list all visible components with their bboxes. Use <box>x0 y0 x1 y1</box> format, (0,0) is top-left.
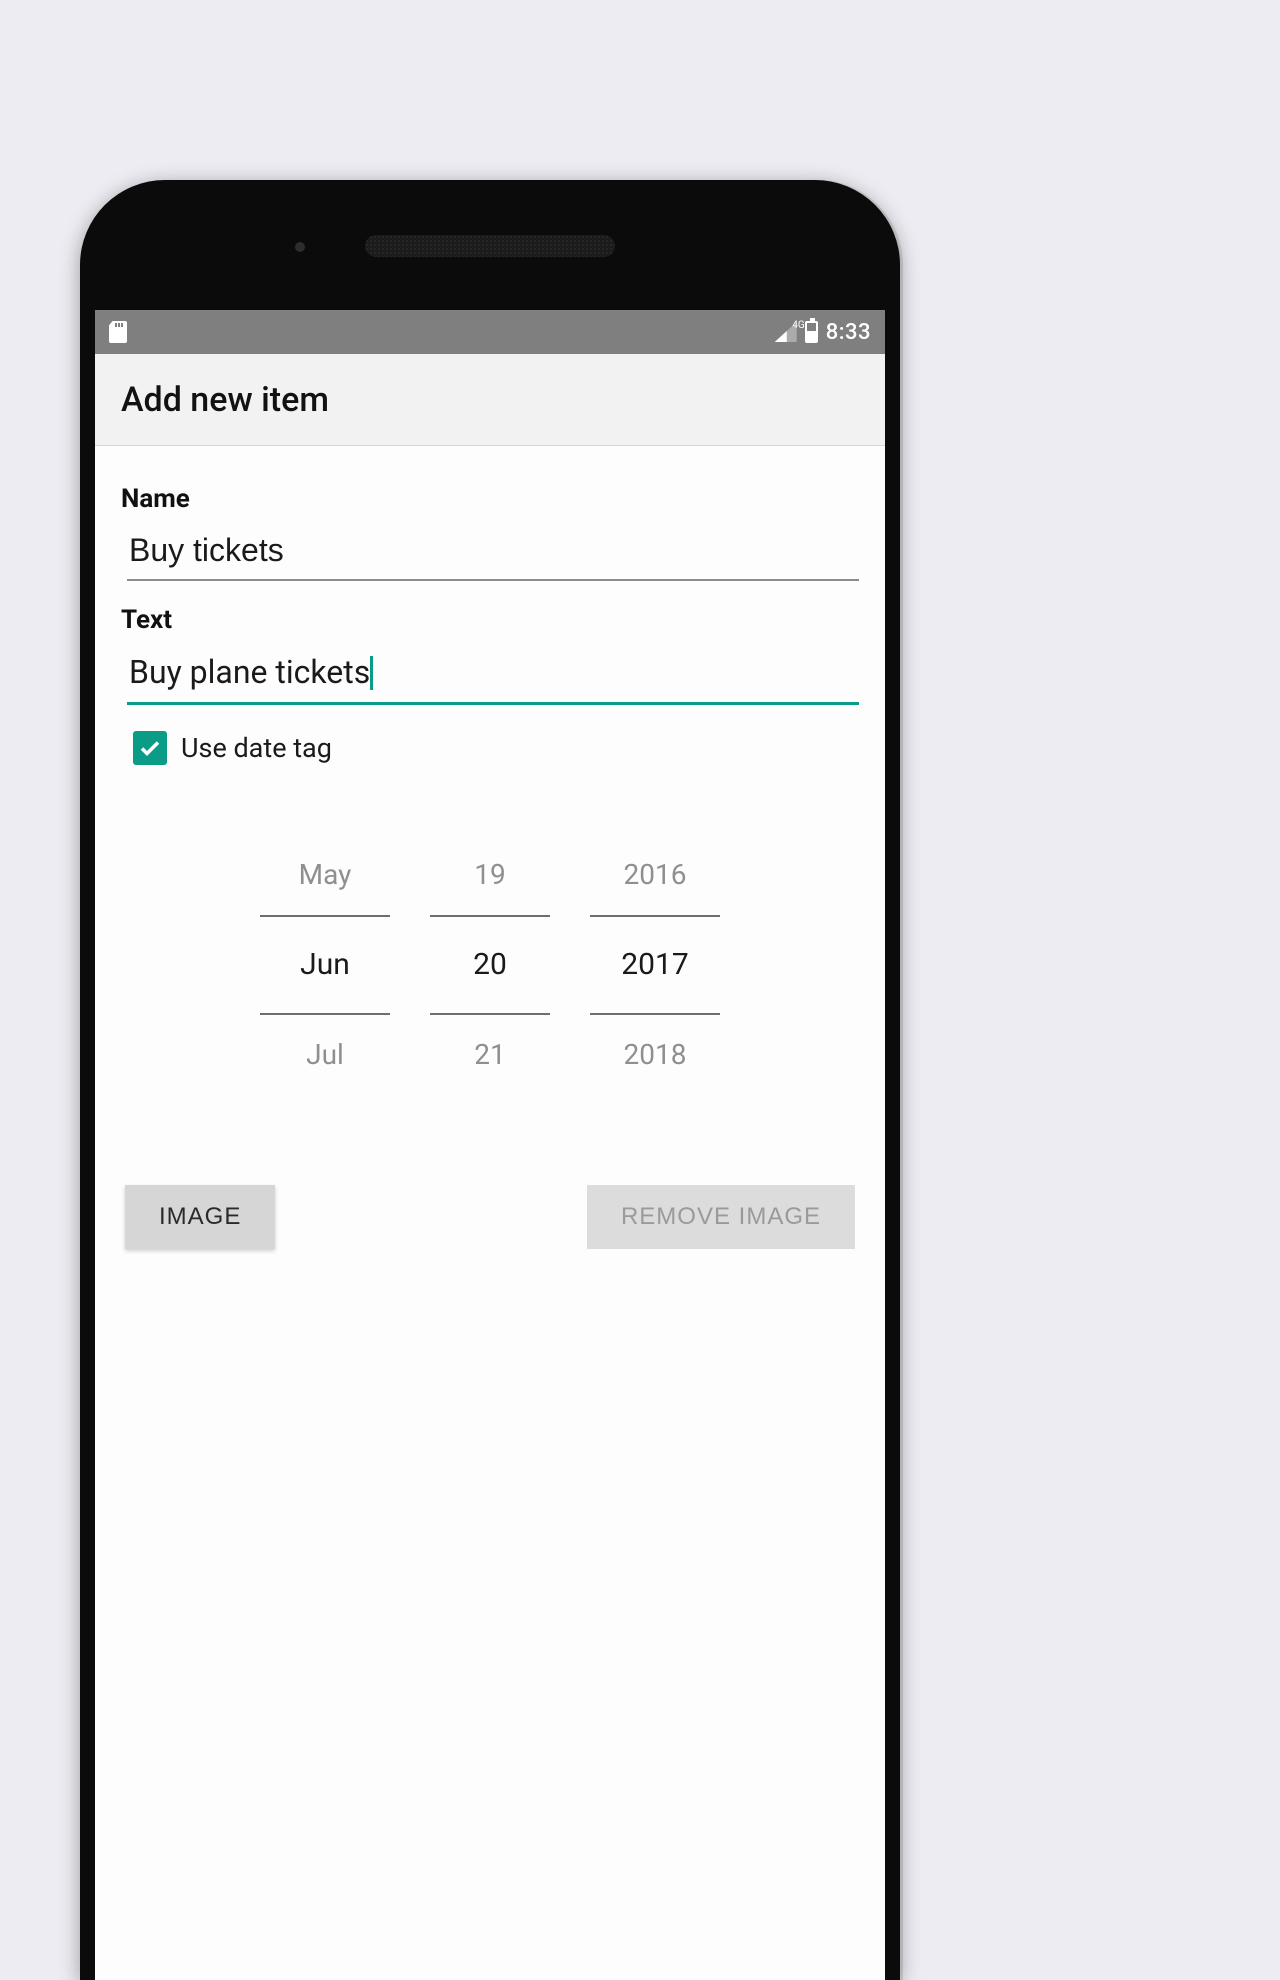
text-input-value: Buy plane tickets <box>129 653 370 691</box>
text-cursor <box>370 656 373 690</box>
sd-card-icon <box>109 321 127 343</box>
image-button[interactable]: IMAGE <box>125 1185 275 1249</box>
check-icon <box>138 736 162 760</box>
year-selected[interactable]: 2017 <box>590 915 720 1015</box>
month-selected[interactable]: Jun <box>260 915 390 1015</box>
app-bar: Add new item <box>95 354 885 446</box>
day-prev[interactable]: 19 <box>474 835 505 915</box>
screen: 4G 8:33 Add new item Name Text Buy plane… <box>95 310 885 1980</box>
year-prev[interactable]: 2016 <box>624 835 687 915</box>
year-next[interactable]: 2018 <box>624 1015 687 1095</box>
use-date-tag-checkbox[interactable] <box>133 731 167 765</box>
day-next[interactable]: 21 <box>474 1015 505 1095</box>
year-wheel[interactable]: 2016 2017 2018 <box>590 835 720 1095</box>
battery-icon <box>805 321 818 343</box>
page-title: Add new item <box>121 380 329 420</box>
month-prev[interactable]: May <box>299 835 352 915</box>
date-picker[interactable]: May Jun Jul 19 20 21 2016 2017 2018 <box>121 835 859 1095</box>
month-wheel[interactable]: May Jun Jul <box>260 835 390 1095</box>
status-clock: 8:33 <box>826 320 871 345</box>
phone-speaker <box>365 235 615 257</box>
phone-frame: 4G 8:33 Add new item Name Text Buy plane… <box>80 180 900 1980</box>
use-date-tag-label: Use date tag <box>181 732 332 764</box>
name-field-label: Name <box>121 484 859 514</box>
text-input[interactable]: Buy plane tickets <box>127 635 859 705</box>
status-bar: 4G 8:33 <box>95 310 885 354</box>
remove-image-button[interactable]: REMOVE IMAGE <box>587 1185 855 1249</box>
month-next[interactable]: Jul <box>306 1015 344 1095</box>
signal-icon <box>775 322 797 342</box>
day-wheel[interactable]: 19 20 21 <box>430 835 550 1095</box>
day-selected[interactable]: 20 <box>430 915 550 1015</box>
front-camera-dot <box>295 242 305 252</box>
name-input[interactable] <box>127 514 859 581</box>
text-field-label: Text <box>121 605 859 635</box>
form-content: Name Text Buy plane tickets Use date tag… <box>95 446 885 1249</box>
